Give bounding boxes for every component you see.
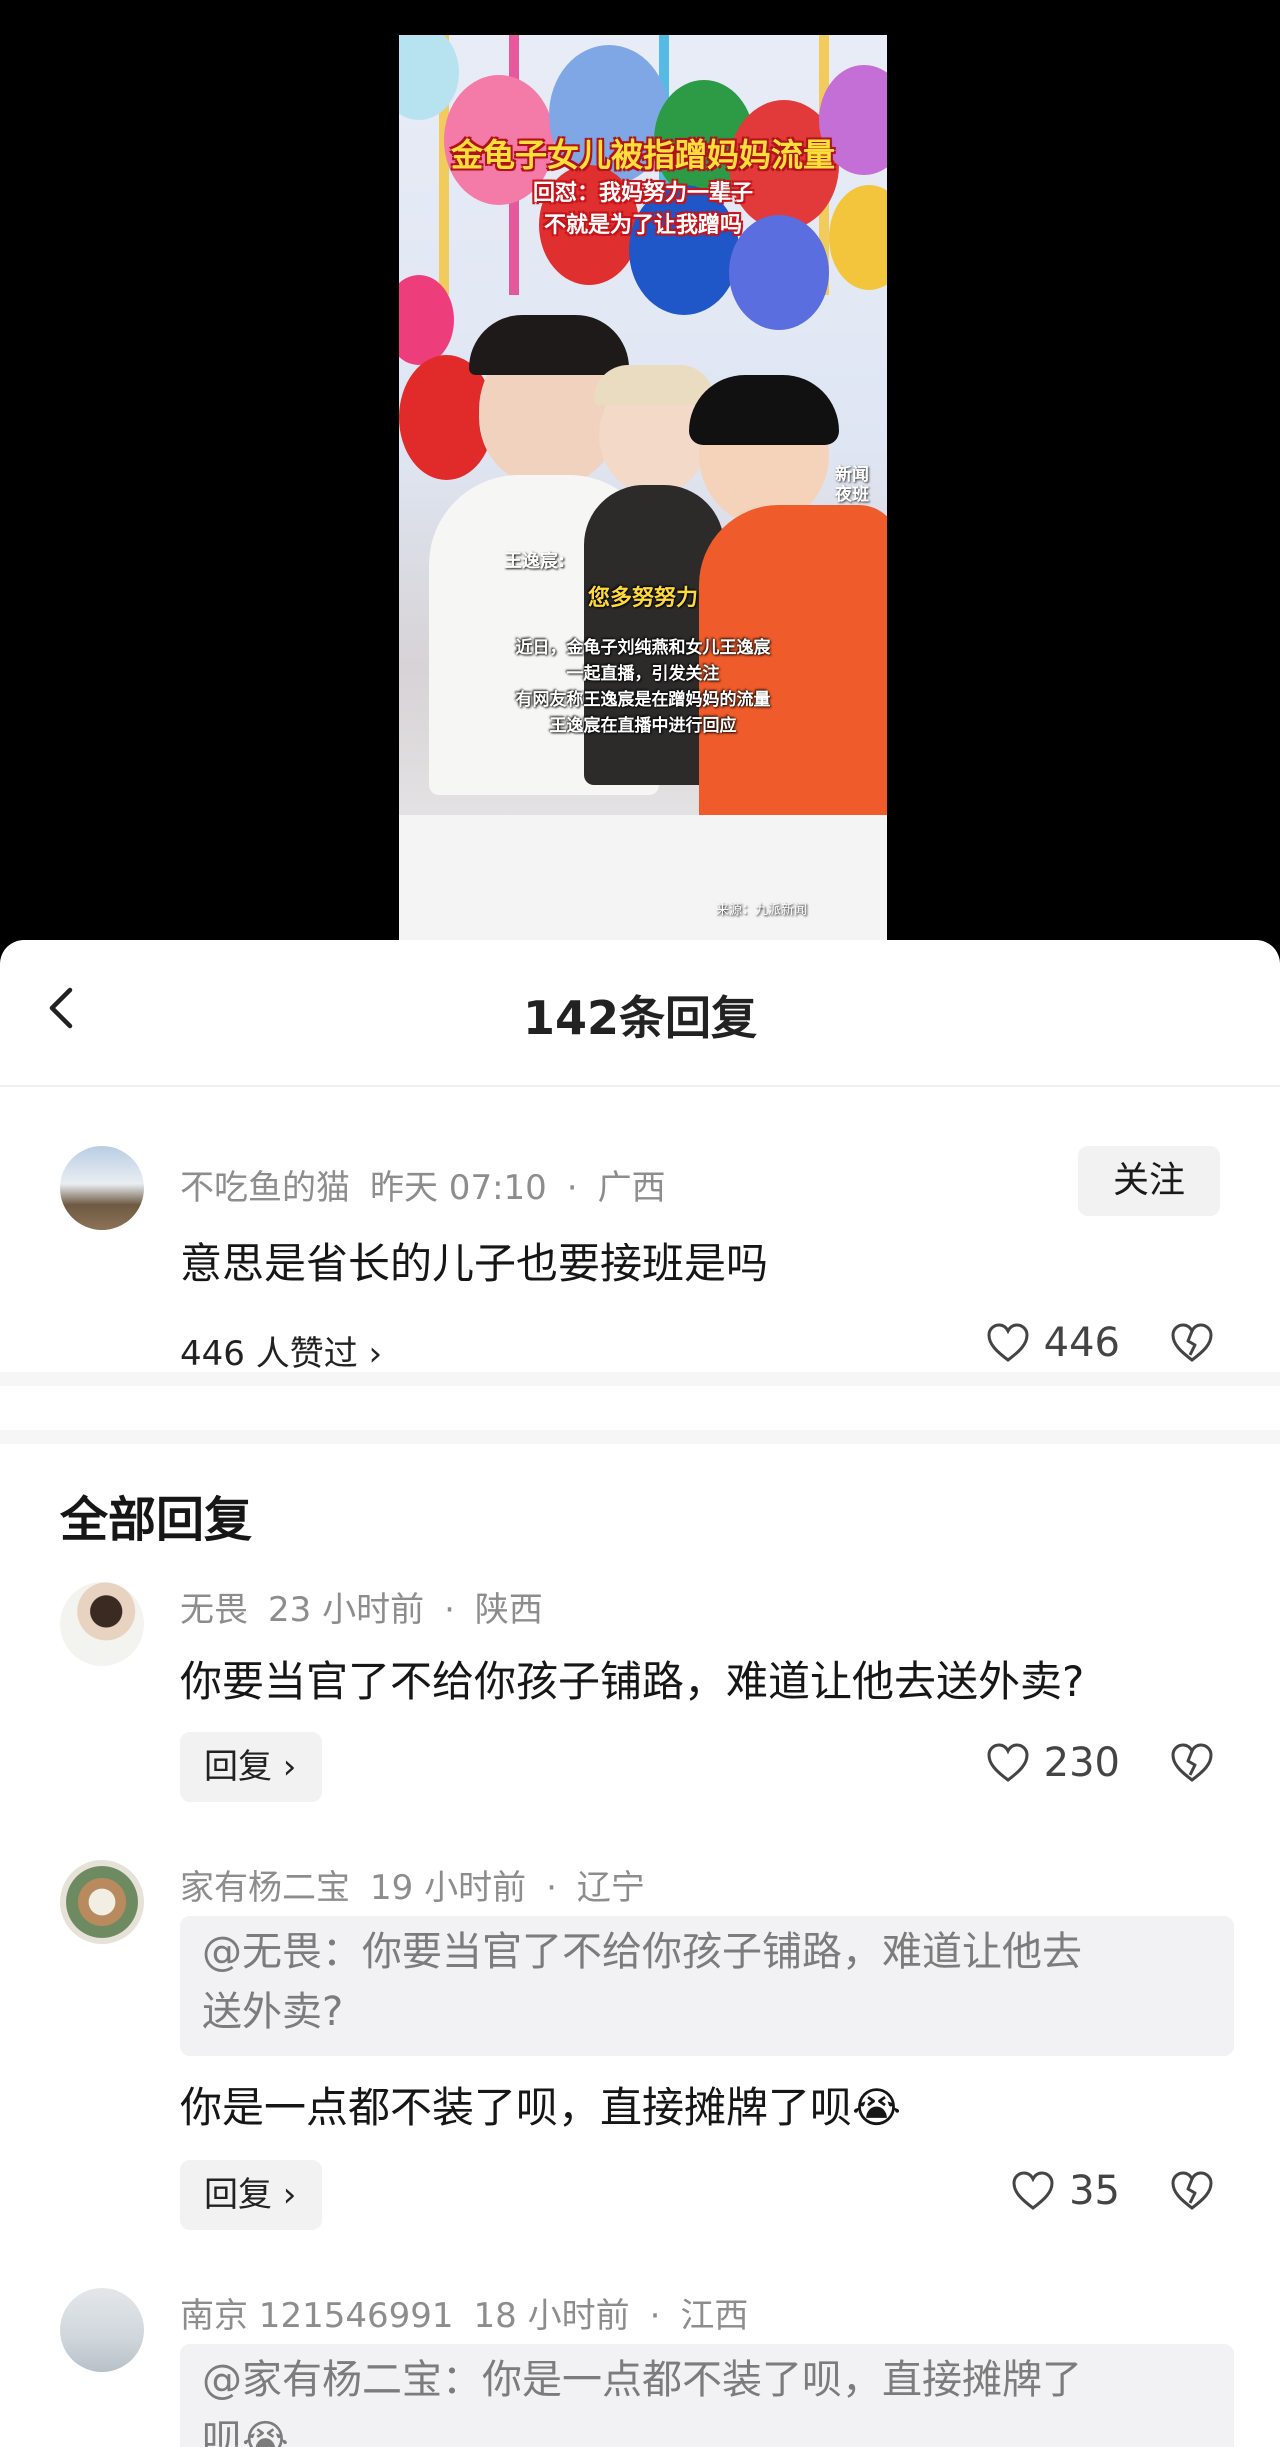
reply-button[interactable]: 回复 ›	[180, 1732, 322, 1802]
region: 辽宁	[576, 1868, 645, 1908]
comment-meta: 无畏 23 小时前 · 陕西	[180, 1582, 563, 1631]
username[interactable]: 家有杨二宝	[180, 1868, 350, 1908]
reply-button[interactable]: 回复 ›	[180, 2160, 322, 2230]
quoted-text-line: @家有杨二宝：你是一点都不装了呗，直接摊牌了	[202, 2357, 1082, 2403]
like-count: 230	[1043, 1740, 1120, 1786]
avatar[interactable]	[60, 1582, 144, 1666]
region: 广西	[597, 1168, 666, 1208]
chevron-right-icon: ›	[272, 2175, 297, 2215]
sheet-header: 142条回复	[0, 940, 1280, 1087]
heart-icon	[987, 1743, 1029, 1782]
avatar[interactable]	[60, 1860, 144, 1944]
dislike-button[interactable]	[1170, 1743, 1214, 1787]
comment-text: 意思是省长的儿子也要接班是吗	[180, 1239, 769, 1288]
region: 江西	[680, 2296, 749, 2336]
comment-meta: 不吃鱼的猫 昨天 07:10 · 广西	[180, 1160, 686, 1209]
balloon	[399, 35, 459, 120]
video-overlay-subtitle: 不就是为了让我蹭吗	[543, 213, 742, 238]
video-overlay-title: 金龟子女儿被指蹭妈妈流量	[450, 136, 835, 174]
separator-dot: ·	[566, 1168, 578, 1208]
video-quote: 您多努努力	[587, 586, 698, 611]
comment-text: 你是一点都不装了呗，直接摊牌了呗😭	[180, 2083, 902, 2132]
like-count: 446	[1043, 1320, 1120, 1366]
quoted-text-line: 送外卖?	[202, 1989, 344, 2035]
woman-hair	[469, 315, 629, 375]
section-title: 全部回复	[60, 1492, 253, 1548]
quoted-comment[interactable]: @家有杨二宝：你是一点都不装了呗，直接摊牌了 呗😭	[180, 2344, 1234, 2447]
like-button[interactable]: 35	[1011, 2168, 1120, 2214]
video-speaker-label: 王逸宸:	[504, 551, 566, 572]
chevron-right-icon: ›	[272, 1747, 297, 1787]
quoted-comment[interactable]: @无畏：你要当官了不给你孩子铺路，难道让他去 送外卖?	[180, 1916, 1234, 2056]
username[interactable]: 无畏	[180, 1590, 248, 1630]
reply-label: 回复	[204, 1747, 272, 1787]
dislike-button[interactable]	[1170, 1323, 1214, 1367]
dislike-button[interactable]	[1170, 2171, 1214, 2215]
broken-heart-icon	[1171, 1743, 1213, 1782]
separator-dot: ·	[546, 1868, 557, 1908]
timestamp: 18 小时前	[473, 2296, 630, 2336]
avatar[interactable]	[60, 2288, 144, 2372]
sheet-title: 142条回复	[522, 991, 758, 1045]
video-caption-line: 近日，金龟子刘纯燕和女儿王逸宸	[515, 638, 771, 658]
video-caption-line: 王逸宸在直播中进行回应	[549, 716, 737, 736]
like-count: 35	[1069, 2168, 1120, 2214]
divider	[0, 1430, 1280, 1444]
reply-sheet: 142条回复 不吃鱼的猫 昨天 07:10 · 广西 关注 意思是省长的儿子也要接班是…	[0, 940, 1280, 2447]
avatar[interactable]	[60, 1146, 144, 1230]
video-caption-line: 有网友称王逸宸是在蹭妈妈的流量	[515, 690, 771, 710]
timestamp: 19 小时前	[370, 1868, 527, 1908]
video-source: 来源：九派新闻	[715, 903, 807, 918]
heart-icon	[1012, 2171, 1054, 2210]
timestamp: 昨天 07:10	[370, 1168, 547, 1208]
comment-text: 你要当官了不给你孩子铺路，难道让他去送外卖?	[180, 1657, 1085, 1706]
video-overlay-subtitle: 回怼：我妈努力一辈子	[532, 181, 753, 206]
news-logo: 新闻夜班	[835, 465, 869, 505]
username[interactable]: 南京 121546991	[180, 2296, 454, 2336]
separator-dot: ·	[444, 1590, 455, 1630]
like-button[interactable]: 446	[986, 1320, 1120, 1366]
broken-heart-icon	[1171, 2171, 1213, 2210]
likers-link[interactable]: 446 人赞过 ›	[180, 1326, 382, 1375]
heart-icon	[987, 1323, 1029, 1362]
comment-meta: 南京 121546991 18 小时前 · 江西	[180, 2288, 768, 2337]
timestamp: 23 小时前	[268, 1590, 425, 1630]
quoted-text-line: 呗😭	[202, 2417, 289, 2447]
region: 陕西	[474, 1590, 543, 1630]
fluffy-rug	[399, 815, 887, 940]
video-frame[interactable]: 金龟子女儿被指蹭妈妈流量 回怼：我妈努力一辈子 不就是为了让我蹭吗 新闻夜班 王…	[399, 35, 887, 940]
child-cap	[594, 365, 714, 405]
separator-dot: ·	[649, 2296, 661, 2336]
like-button[interactable]: 230	[986, 1740, 1120, 1786]
video-caption-line: 一起直播，引发关注	[566, 664, 720, 684]
reply-label: 回复	[204, 2175, 272, 2215]
broken-heart-icon	[1171, 1323, 1213, 1362]
quoted-text-line: @无畏：你要当官了不给你孩子铺路，难道让他去	[202, 1929, 1082, 1975]
comment-meta: 家有杨二宝 19 小时前 · 辽宁	[180, 1860, 665, 1909]
man-hair	[689, 375, 839, 445]
follow-button[interactable]: 关注	[1078, 1146, 1220, 1216]
username[interactable]: 不吃鱼的猫	[180, 1168, 350, 1208]
video-player[interactable]: 金龟子女儿被指蹭妈妈流量 回怼：我妈努力一辈子 不就是为了让我蹭吗 新闻夜班 王…	[0, 0, 1280, 960]
